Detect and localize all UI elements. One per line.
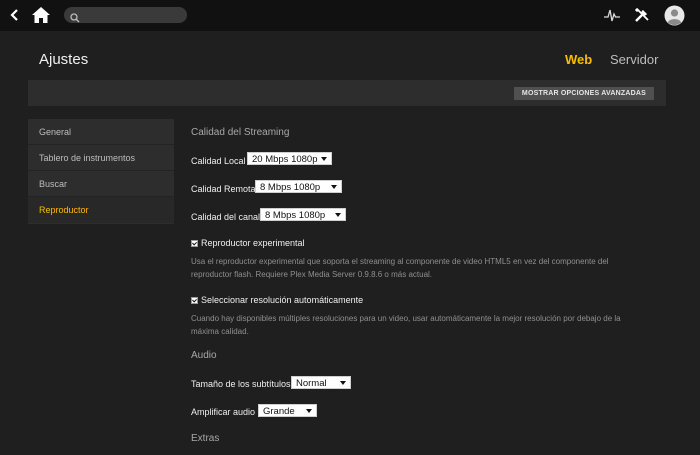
home-icon[interactable]: [31, 5, 51, 25]
chevron-down-icon: [306, 409, 312, 413]
remote-quality-select[interactable]: 8 Mbps 1080p: [255, 180, 342, 193]
channel-quality-value: 8 Mbps 1080p: [265, 210, 326, 221]
channel-quality-label: Calidad del canal: [191, 212, 261, 222]
auto-resolution-checkbox[interactable]: [191, 297, 198, 304]
chevron-down-icon: [335, 213, 341, 217]
experimental-player-checkbox[interactable]: [191, 240, 198, 247]
audio-boost-select[interactable]: Grande: [258, 404, 317, 417]
remote-quality-label: Calidad Remota: [191, 184, 256, 194]
sidebar-item-dashboard[interactable]: Tablero de instrumentos: [28, 145, 174, 171]
chevron-down-icon: [331, 185, 337, 189]
section-title-streaming: Calidad del Streaming: [191, 127, 290, 138]
subtitle-size-select[interactable]: Normal: [291, 376, 351, 389]
sidebar-item-search[interactable]: Buscar: [28, 171, 174, 197]
subtitle-size-value: Normal: [296, 378, 327, 389]
search-box[interactable]: [64, 7, 187, 23]
audio-boost-value: Grande: [263, 406, 295, 417]
section-title-audio: Audio: [191, 350, 217, 361]
channel-quality-select[interactable]: 8 Mbps 1080p: [260, 208, 346, 221]
experimental-player-label[interactable]: Reproductor experimental: [201, 238, 305, 248]
auto-resolution-help: Cuando hay disponibles múltiples resoluc…: [191, 314, 621, 336]
back-arrow-icon[interactable]: [8, 8, 22, 22]
settings-sidebar: General Tablero de instrumentos Buscar R…: [28, 119, 174, 224]
experimental-player-help: Usa el reproductor experimental que sopo…: [191, 257, 609, 279]
page-title: Ajustes: [39, 51, 89, 68]
local-quality-select[interactable]: 20 Mbps 1080p: [247, 152, 332, 165]
remote-quality-value: 8 Mbps 1080p: [260, 182, 321, 193]
settings-content: Calidad del Streaming Calidad Local 20 M…: [191, 0, 661, 455]
section-title-extras: Extras: [191, 433, 220, 444]
local-quality-value: 20 Mbps 1080p: [252, 154, 318, 165]
search-input[interactable]: [82, 7, 182, 23]
audio-boost-label: Amplificar audio: [191, 407, 256, 417]
subtitle-size-label: Tamaño de los subtítulos: [191, 379, 291, 389]
search-icon: [70, 10, 80, 23]
local-quality-label: Calidad Local: [191, 156, 246, 166]
auto-resolution-label[interactable]: Seleccionar resolución automáticamente: [201, 295, 363, 305]
chevron-down-icon: [321, 157, 327, 161]
chevron-down-icon: [340, 381, 346, 385]
avatar-icon[interactable]: [664, 5, 685, 26]
sidebar-item-general[interactable]: General: [28, 119, 174, 145]
sidebar-item-player[interactable]: Reproductor: [28, 197, 174, 223]
